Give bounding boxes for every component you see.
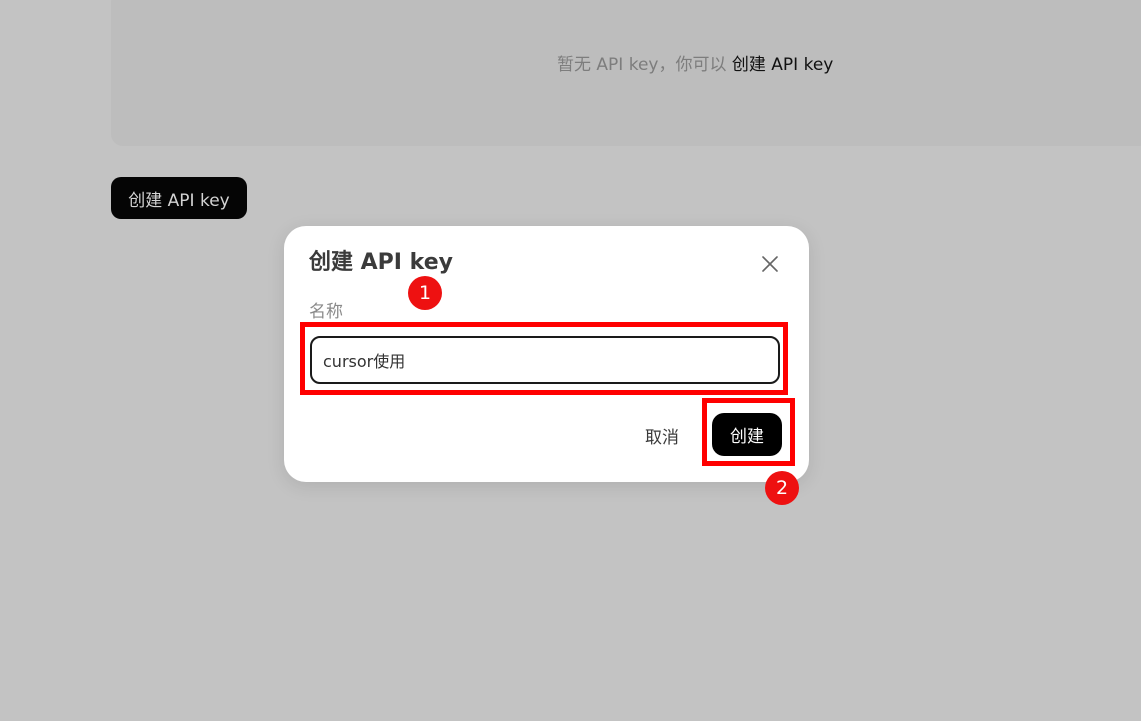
dialog-title: 创建 API key bbox=[309, 250, 453, 275]
create-api-key-dialog: 创建 API key 名称 取消 创建 bbox=[284, 226, 809, 482]
create-button[interactable]: 创建 bbox=[712, 413, 782, 456]
empty-state-create-link[interactable]: 创建 API key bbox=[732, 55, 833, 75]
close-icon[interactable] bbox=[759, 253, 781, 275]
empty-state-message: 暂无 API key，你可以 创建 API key bbox=[557, 53, 833, 77]
empty-state-text: 暂无 API key，你可以 bbox=[557, 55, 727, 75]
name-field-label: 名称 bbox=[309, 302, 343, 322]
create-api-key-button[interactable]: 创建 API key bbox=[111, 177, 247, 219]
name-input[interactable] bbox=[310, 336, 780, 384]
cancel-button[interactable]: 取消 bbox=[634, 419, 690, 451]
